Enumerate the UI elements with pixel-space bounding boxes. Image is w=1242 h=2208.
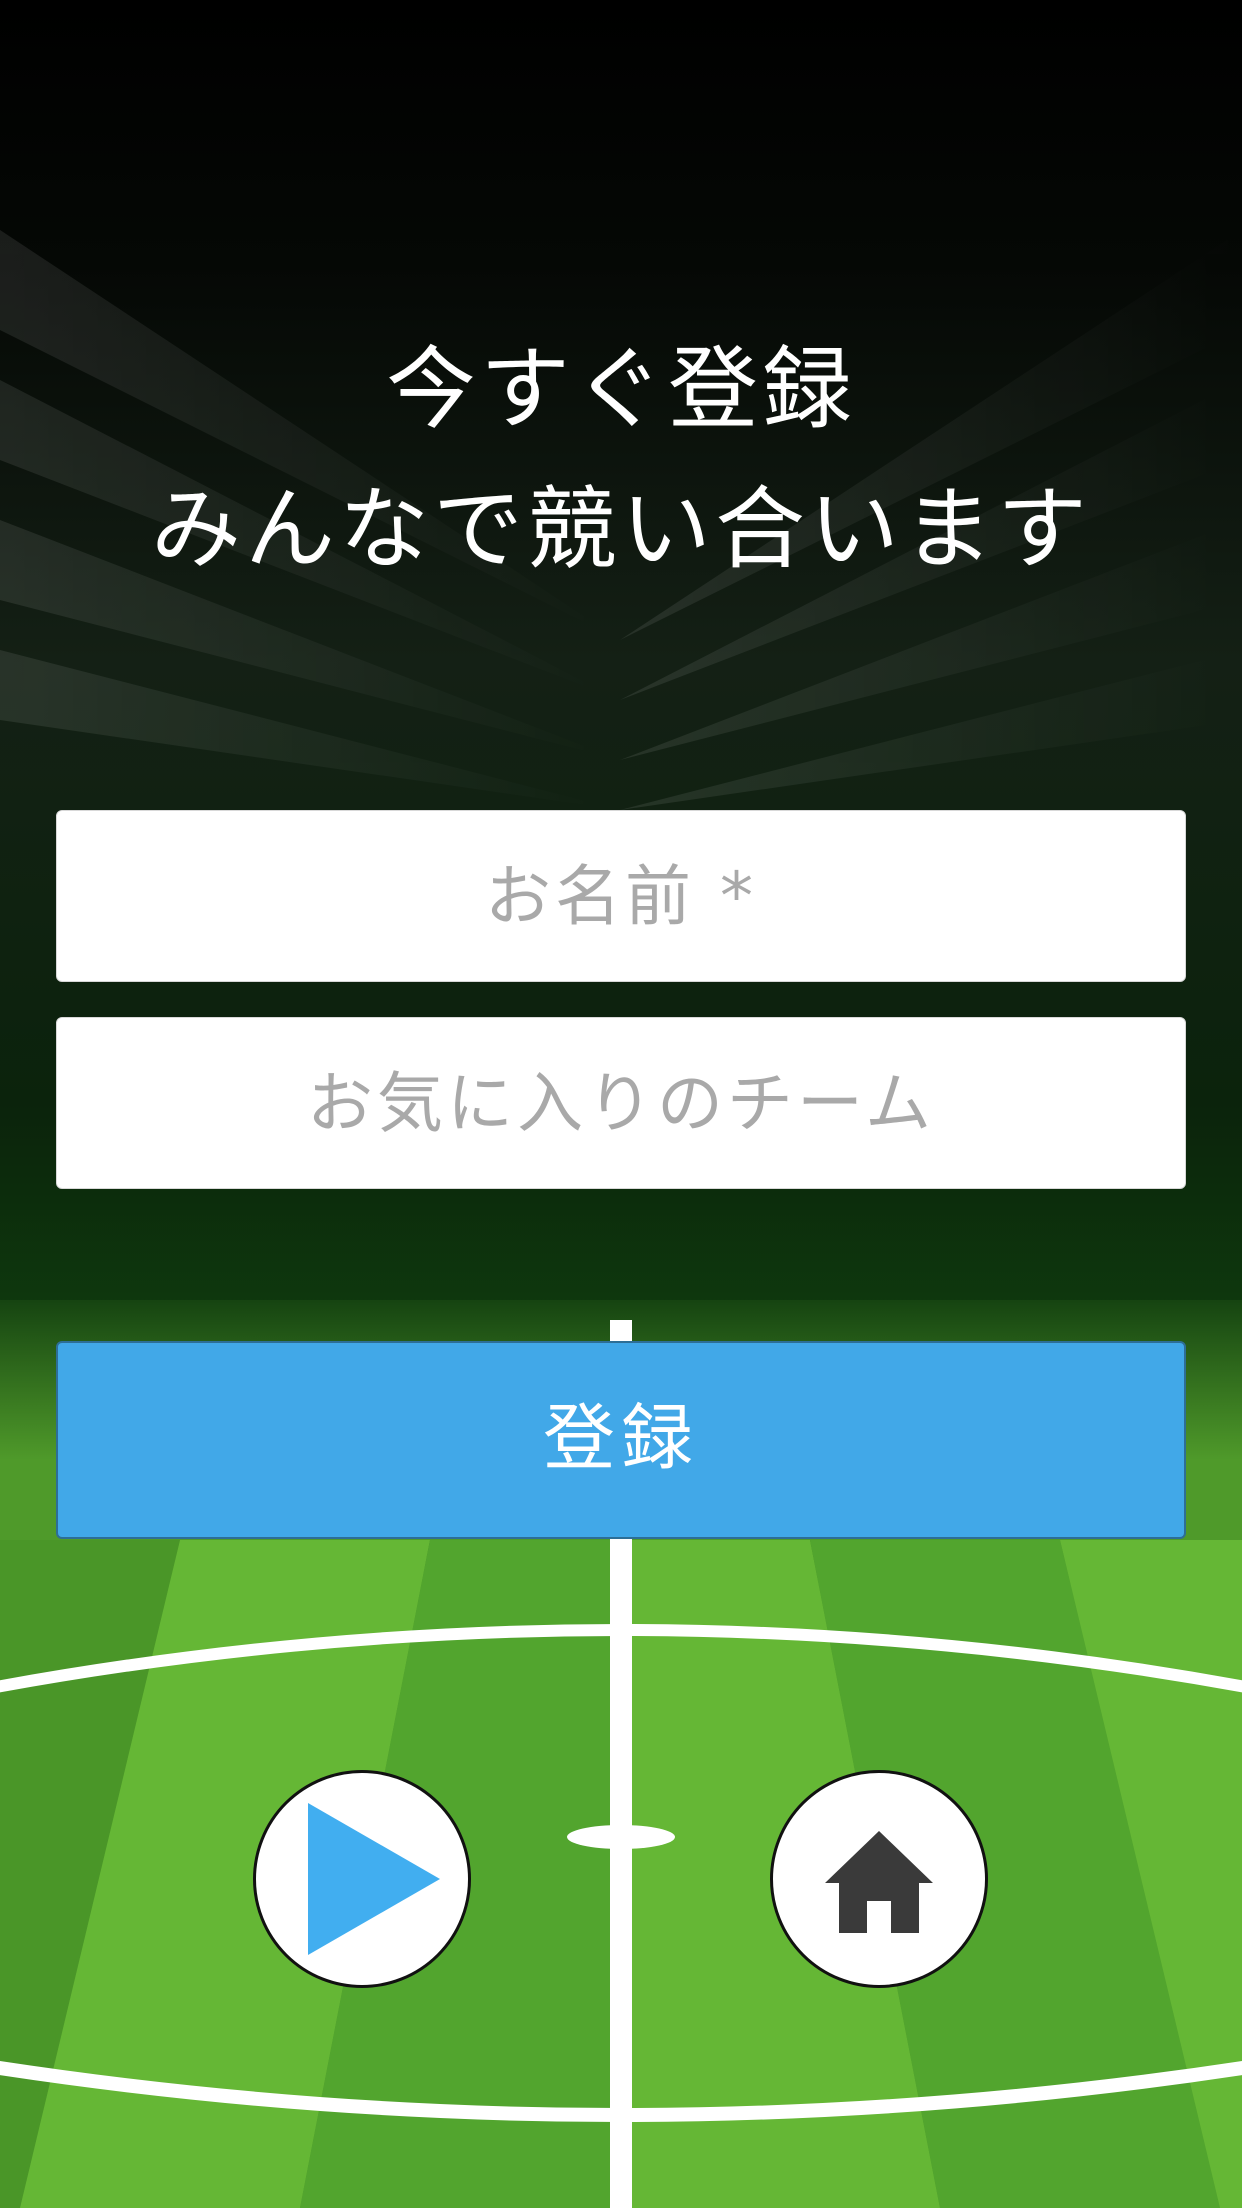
home-icon (825, 1831, 933, 1933)
name-input[interactable] (57, 811, 1185, 981)
registration-screen: 今すぐ登録 みんなで競い合います 登録 (0, 0, 1242, 2208)
play-button[interactable] (253, 1770, 471, 1988)
favorite-team-field (56, 1017, 1186, 1189)
headline-line-2: みんなで競い合います (151, 477, 1091, 582)
register-button[interactable]: 登録 (56, 1341, 1186, 1539)
home-button[interactable] (770, 1770, 988, 1988)
play-icon (308, 1803, 440, 1955)
favorite-team-input[interactable] (57, 1018, 1185, 1188)
headline-line-1: 今すぐ登録 (386, 337, 856, 442)
name-field (56, 810, 1186, 982)
